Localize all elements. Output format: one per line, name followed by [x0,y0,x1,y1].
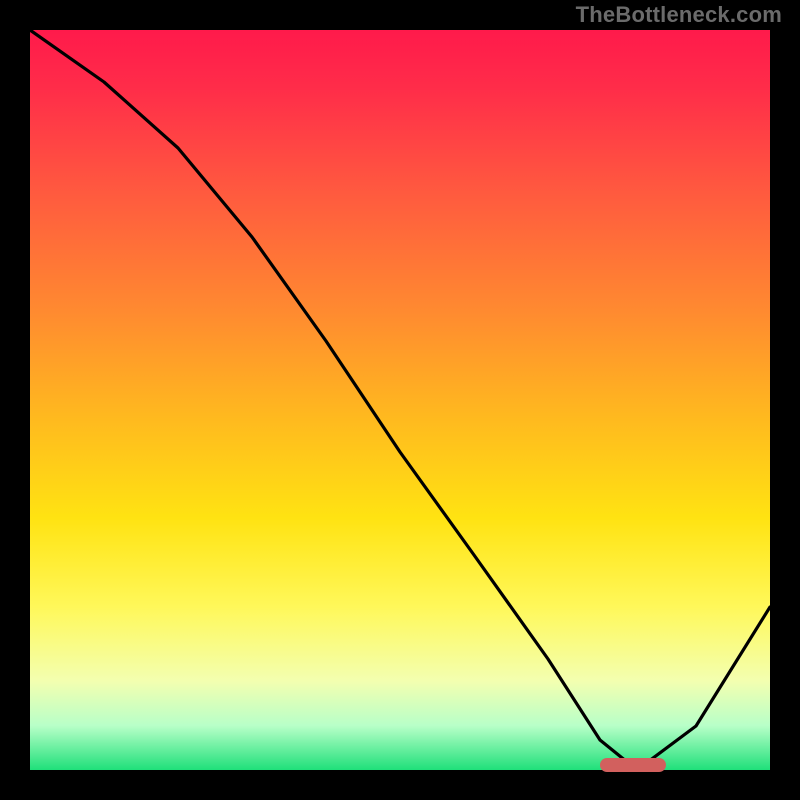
chart-frame: TheBottleneck.com [0,0,800,800]
plot-area [30,30,770,770]
bottleneck-curve [30,30,770,770]
watermark-text: TheBottleneck.com [576,2,782,28]
optimal-range-marker [600,758,666,772]
